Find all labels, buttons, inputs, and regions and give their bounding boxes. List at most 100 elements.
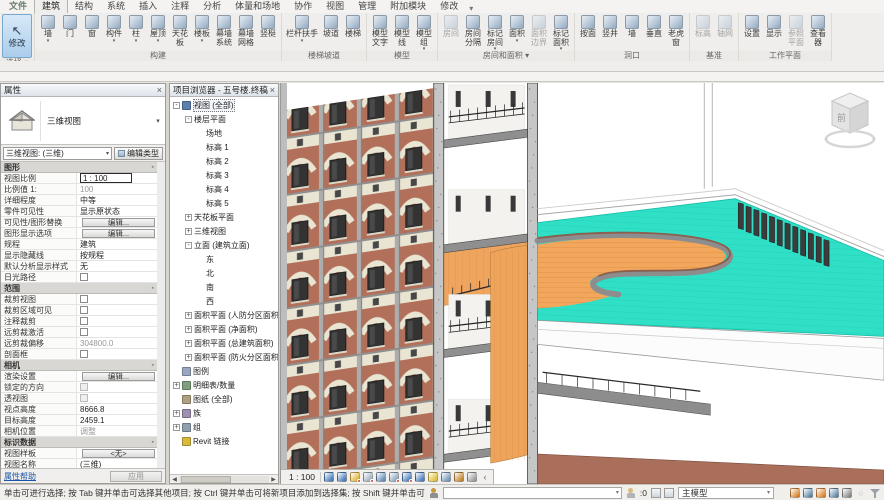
- tree-expander-icon[interactable]: +: [173, 410, 180, 417]
- tree-node[interactable]: -立面 (建筑立面): [170, 238, 278, 252]
- editing-requests-icon[interactable]: [626, 488, 636, 498]
- shaft-button[interactable]: 竖井: [599, 14, 621, 51]
- window-button[interactable]: 窗: [81, 14, 103, 51]
- model-line-button[interactable]: 模型线: [391, 14, 413, 51]
- type-selector-arrow-icon[interactable]: ▾: [153, 99, 163, 142]
- tree-node-label[interactable]: 立面 (建筑立面): [194, 240, 250, 251]
- show-crop-region-icon[interactable]: [402, 472, 412, 482]
- instance-selector[interactable]: 三维视图: (三维)▾: [3, 147, 112, 160]
- select-pinned-elements-icon[interactable]: [816, 488, 826, 498]
- property-value[interactable]: [77, 382, 157, 392]
- tree-node[interactable]: +面积平面 (人防分区面积): [170, 308, 278, 322]
- ribbon-options-icon[interactable]: ▾: [469, 4, 473, 13]
- tree-node[interactable]: 图纸 (全部): [170, 392, 278, 406]
- by-face-button[interactable]: 按面: [577, 14, 599, 51]
- property-value[interactable]: 按规程: [77, 250, 157, 260]
- ribbon-panel-label-4[interactable]: 洞口: [575, 51, 689, 61]
- tree-node-label[interactable]: 面积平面 (防火分区面积): [194, 352, 278, 363]
- tab-管理[interactable]: 管理: [351, 0, 383, 13]
- tree-node-label[interactable]: 场地: [206, 128, 222, 139]
- viewcube-front-label[interactable]: 前: [837, 112, 846, 123]
- ribbon-panel-label-1[interactable]: 楼梯坡道: [282, 51, 366, 61]
- tree-node-label[interactable]: Revit 链接: [193, 436, 229, 447]
- tree-node[interactable]: 标高 5: [170, 196, 278, 210]
- tree-node[interactable]: +面积平面 (防火分区面积): [170, 350, 278, 364]
- tree-node[interactable]: +组: [170, 420, 278, 434]
- property-value[interactable]: 建筑: [77, 239, 157, 249]
- tree-node-label[interactable]: 族: [193, 408, 201, 419]
- tab-协作[interactable]: 协作: [287, 0, 319, 13]
- curtain-grid-button[interactable]: 幕墙网格: [235, 14, 257, 51]
- drag-elements-on-selection-icon[interactable]: [842, 488, 852, 498]
- reveal-constraints-icon[interactable]: [467, 472, 477, 482]
- modify-button[interactable]: ↖ 修改: [2, 14, 32, 58]
- model-group-button[interactable]: 模型组▾: [413, 14, 435, 51]
- property-checkbox[interactable]: [80, 317, 88, 325]
- crop-view-icon[interactable]: [389, 472, 399, 482]
- visual-style-icon[interactable]: [337, 472, 347, 482]
- tree-expander-icon[interactable]: +: [185, 340, 192, 347]
- tree-node-label[interactable]: 面积平面 (总建筑面积): [194, 338, 274, 349]
- property-value[interactable]: 8666.8: [77, 404, 157, 414]
- select-elements-by-face-icon[interactable]: [829, 488, 839, 498]
- property-value[interactable]: 编辑...: [77, 217, 157, 227]
- ceiling-button[interactable]: 天花板: [169, 14, 191, 51]
- property-checkbox[interactable]: [80, 306, 88, 314]
- property-value[interactable]: 无: [77, 261, 157, 271]
- viewcube[interactable]: 前: [822, 87, 878, 157]
- property-value[interactable]: 显示原状态: [77, 206, 157, 216]
- reveal-hidden-elements-icon[interactable]: [428, 472, 438, 482]
- temporary-hide-isolate-icon[interactable]: [415, 472, 425, 482]
- stair-button[interactable]: 楼梯: [342, 14, 364, 51]
- tab-结构[interactable]: 结构: [68, 0, 100, 13]
- show-workplane-button[interactable]: 显示: [763, 14, 785, 51]
- property-value-input[interactable]: 1 : 100: [80, 173, 132, 183]
- collapse-icon[interactable]: ‹: [480, 472, 490, 482]
- ribbon-panel-label-6[interactable]: 工作平面: [739, 51, 831, 61]
- tree-expander-icon[interactable]: +: [185, 326, 192, 333]
- tree-node[interactable]: 图例: [170, 364, 278, 378]
- tree-node-label[interactable]: 楼层平面: [194, 114, 226, 125]
- sun-path-icon[interactable]: [350, 472, 360, 482]
- property-value[interactable]: [77, 393, 157, 403]
- show-rendering-dialog-icon[interactable]: [376, 472, 386, 482]
- ribbon-panel-label-2[interactable]: 模型: [367, 51, 437, 61]
- curtain-system-button[interactable]: 幕墙系统: [213, 14, 235, 51]
- project-browser-close-icon[interactable]: ×: [270, 85, 275, 95]
- property-value[interactable]: <无>: [77, 448, 157, 458]
- property-checkbox[interactable]: [80, 273, 88, 281]
- dormer-button[interactable]: 老虎窗: [665, 14, 687, 51]
- floor-button[interactable]: 楼板▾: [191, 14, 213, 51]
- railing-button[interactable]: 栏杆扶手▾: [284, 14, 320, 51]
- drawing-area[interactable]: 前 1 : 100 ‹: [280, 83, 884, 484]
- ribbon-panel-label-5[interactable]: 基准: [690, 51, 738, 61]
- properties-close-icon[interactable]: ×: [157, 85, 162, 95]
- tab-视图[interactable]: 视图: [319, 0, 351, 13]
- vertical-opening-button[interactable]: 垂直: [643, 14, 665, 51]
- tab-分析[interactable]: 分析: [196, 0, 228, 13]
- mullion-button[interactable]: 竖梃: [257, 14, 279, 51]
- property-value[interactable]: [77, 349, 157, 359]
- tree-node[interactable]: 标高 2: [170, 154, 278, 168]
- tree-expander-icon[interactable]: +: [185, 354, 192, 361]
- tree-expander-icon[interactable]: +: [173, 424, 180, 431]
- property-value[interactable]: 2459.1: [77, 415, 157, 425]
- property-edit-button[interactable]: 编辑...: [82, 229, 155, 238]
- tree-expander-icon[interactable]: -: [173, 102, 180, 109]
- tree-expander-icon[interactable]: +: [185, 214, 192, 221]
- worksets-dialog-icon[interactable]: [651, 488, 661, 498]
- tab-系统[interactable]: 系统: [100, 0, 132, 13]
- roof-button[interactable]: 屋顶▾: [147, 14, 169, 51]
- tree-node-label[interactable]: 面积平面 (人防分区面积): [194, 310, 278, 321]
- property-value[interactable]: (三维): [77, 459, 157, 468]
- door-button[interactable]: 门: [59, 14, 81, 51]
- shadows-icon[interactable]: [363, 472, 373, 482]
- property-group-3[interactable]: 标识数据▪: [1, 437, 157, 448]
- tree-node[interactable]: Revit 链接: [170, 434, 278, 448]
- tab-附加模块[interactable]: 附加模块: [383, 0, 433, 13]
- tree-node-label[interactable]: 图纸 (全部): [193, 394, 233, 405]
- ramp-button[interactable]: 坡道: [320, 14, 342, 51]
- type-selector[interactable]: 三维视图 ▾: [1, 97, 165, 145]
- tab-插入[interactable]: 插入: [132, 0, 164, 13]
- tree-node[interactable]: +天花板平面: [170, 210, 278, 224]
